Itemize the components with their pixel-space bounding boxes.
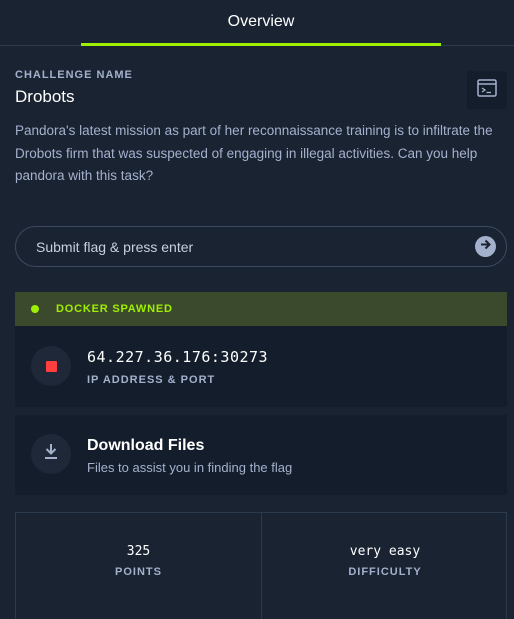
flag-input-container [15, 226, 507, 267]
arrow-right-icon [479, 238, 492, 256]
submit-flag-button[interactable] [475, 236, 496, 257]
points-stat: 325 POINTS [16, 513, 262, 619]
active-tab-indicator [81, 43, 441, 46]
terminal-button[interactable] [467, 71, 507, 109]
stop-instance-button[interactable] [31, 346, 71, 386]
difficulty-stat: very easy DIFFICULTY [262, 513, 508, 619]
docker-status-text: DOCKER SPAWNED [56, 303, 173, 315]
download-button[interactable] [31, 434, 71, 474]
difficulty-label: DIFFICULTY [348, 566, 422, 578]
challenge-description: Pandora's latest mission as part of her … [15, 123, 493, 183]
status-dot-icon [31, 305, 39, 313]
download-title: Download Files [87, 437, 205, 454]
points-label: POINTS [115, 566, 162, 578]
tab-bar: Overview [0, 0, 514, 46]
challenge-stats: 325 POINTS very easy DIFFICULTY [15, 512, 507, 619]
points-value: 325 [126, 544, 151, 559]
ip-address-label: IP ADDRESS & PORT [87, 374, 216, 386]
tab-overview[interactable]: Overview [81, 0, 441, 46]
challenge-name: Drobots [15, 87, 75, 106]
download-icon [43, 443, 59, 465]
download-files-card[interactable]: Download Files Files to assist you in fi… [15, 415, 507, 495]
download-subtitle: Files to assist you in finding the flag [87, 460, 293, 475]
terminal-icon [477, 78, 497, 102]
flag-input[interactable] [36, 227, 466, 266]
stop-icon [45, 360, 57, 372]
docker-status-banner: DOCKER SPAWNED [15, 292, 507, 326]
challenge-name-label: CHALLENGE NAME [15, 69, 133, 81]
ip-address-card: 64.227.36.176:30273 IP ADDRESS & PORT [15, 326, 507, 407]
difficulty-value: very easy [349, 544, 421, 559]
ip-address-value[interactable]: 64.227.36.176:30273 [87, 348, 268, 366]
